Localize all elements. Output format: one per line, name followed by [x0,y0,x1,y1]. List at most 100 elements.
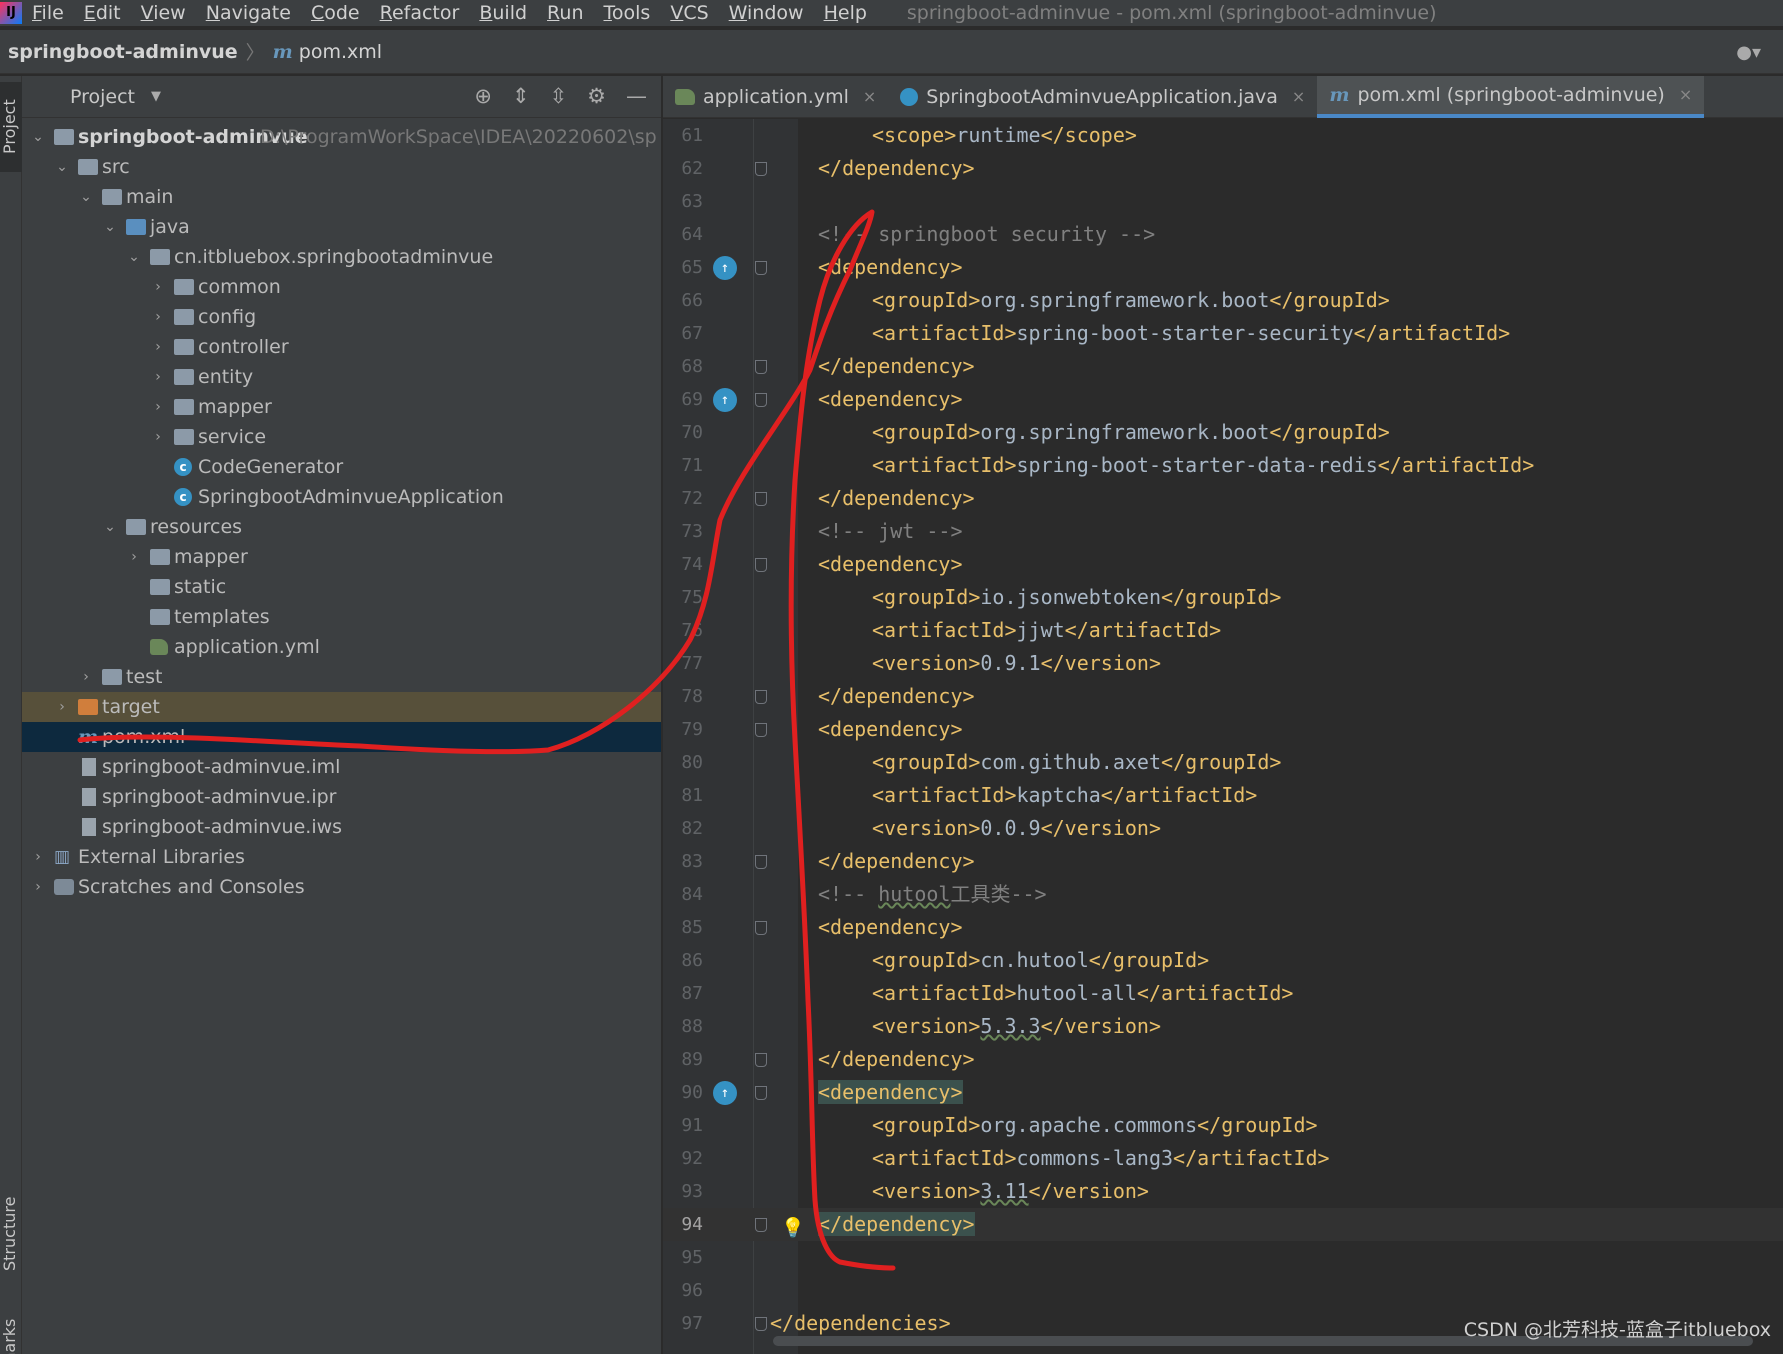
breadcrumb-project[interactable]: springboot-adminvue [8,41,238,63]
breadcrumb-file[interactable]: pom.xml [299,41,382,63]
tree-item-mapper-folder[interactable]: › mapper [22,542,661,572]
line-number: 66 [681,290,703,311]
chevron-right-icon[interactable]: › [126,542,142,572]
chevron-right-icon[interactable]: › [150,332,166,362]
xml-tag: <version> [872,1014,981,1038]
tree-item-static[interactable]: static [22,572,661,602]
menu-help[interactable]: Help [814,2,877,24]
close-icon[interactable]: × [1679,74,1692,116]
chevron-right-icon[interactable]: › [54,692,70,722]
fold-icon[interactable] [755,1317,767,1331]
close-icon[interactable]: × [863,76,876,118]
tree-item-test[interactable]: › test [22,662,661,692]
tree-item-templates[interactable]: templates [22,602,661,632]
fold-icon[interactable] [755,1218,767,1232]
tree-item-target[interactable]: › target [22,692,661,722]
menu-refactor[interactable]: Refactor [370,2,470,24]
tree-item-resources[interactable]: ⌄ resources [22,512,661,542]
fold-icon[interactable] [755,921,767,935]
menu-file[interactable]: File [22,2,74,24]
fold-icon[interactable] [755,855,767,869]
tree-item-iml[interactable]: springboot-adminvue.iml [22,752,661,782]
chevron-right-icon[interactable]: › [150,362,166,392]
menu-view[interactable]: View [131,2,196,24]
fold-icon[interactable] [755,393,767,407]
tree-item-service[interactable]: › service [22,422,661,452]
close-icon[interactable]: × [1292,76,1305,118]
xml-tag: </artifactId> [1377,453,1535,477]
fold-icon[interactable] [755,723,767,737]
tree-item-entity[interactable]: › entity [22,362,661,392]
chevron-down-icon[interactable]: ⌄ [102,212,118,242]
tree-item-common[interactable]: › common [22,272,661,302]
code-line: 68 </dependency> [663,350,1783,383]
chevron-right-icon[interactable]: › [78,662,94,692]
fold-icon[interactable] [755,492,767,506]
tree-item-scratches[interactable]: › Scratches and Consoles [22,872,661,902]
tree-item-config[interactable]: › config [22,302,661,332]
chevron-right-icon[interactable]: › [30,842,46,872]
gear-icon[interactable]: ⚙ [587,84,606,108]
fold-icon[interactable] [755,162,767,176]
menu-vcs[interactable]: VCS [660,2,718,24]
menu-code[interactable]: Code [301,2,370,24]
fold-icon[interactable] [755,690,767,704]
tree-item-mapper-package[interactable]: › mapper [22,392,661,422]
tab-application-java[interactable]: SpringbootAdminvueApplication.java × [888,76,1317,118]
chevron-down-icon[interactable]: ⌄ [30,122,46,152]
tree-item-label: pom.xml [102,726,186,748]
tree-item-java[interactable]: ⌄ java [22,212,661,242]
tree-item-external-libraries[interactable]: › ▥ External Libraries [22,842,661,872]
user-account-icon[interactable]: ●▾ [1736,42,1761,63]
package-icon [174,369,194,385]
menu-window[interactable]: Window [719,2,814,24]
tree-item-package-root[interactable]: ⌄ cn.itbluebox.springbootadminvue [22,242,661,272]
menu-build[interactable]: Build [469,2,537,24]
xml-tag: <dependency> [818,552,963,576]
tree-item-project-root[interactable]: ⌄ springboot-adminvue D:\ProgramWorkSpac… [22,122,661,152]
menu-run[interactable]: Run [537,2,593,24]
tree-item-main[interactable]: ⌄ main [22,182,661,212]
chevron-down-icon[interactable]: ⌄ [54,152,70,182]
chevron-down-icon[interactable]: ⌄ [78,182,94,212]
tool-tab-structure[interactable]: Structure [0,1186,22,1281]
fold-icon[interactable] [755,261,767,275]
tool-tab-bookmarks[interactable]: Bookmarks [0,1311,22,1354]
tree-item-application-class[interactable]: c SpringbootAdminvueApplication [22,482,661,512]
tab-pom-xml[interactable]: m pom.xml (springboot-adminvue) × [1317,74,1705,118]
chevron-right-icon[interactable]: › [150,302,166,332]
fold-icon[interactable] [755,1053,767,1067]
project-view-selector[interactable]: Project [70,86,135,108]
locate-file-icon[interactable]: ⊕ [474,84,492,108]
chevron-right-icon[interactable]: › [150,392,166,422]
expand-all-icon[interactable]: ⇕ [512,84,530,108]
menu-edit[interactable]: Edit [74,2,131,24]
chevron-right-icon[interactable]: › [150,422,166,452]
chevron-right-icon[interactable]: › [150,272,166,302]
xml-text: io.jsonwebtoken [980,585,1161,609]
tree-item-iws[interactable]: springboot-adminvue.iws [22,812,661,842]
tree-item-pom-xml[interactable]: m pom.xml [22,722,661,752]
tree-item-codegenerator[interactable]: c CodeGenerator [22,452,661,482]
menu-tools[interactable]: Tools [594,2,661,24]
tree-item-application-yml[interactable]: application.yml [22,632,661,662]
dependency-update-icon[interactable]: ↑ [713,1081,737,1105]
chevron-down-icon[interactable]: ⌄ [126,242,142,272]
collapse-all-icon[interactable]: ⇳ [550,84,568,108]
dependency-update-icon[interactable]: ↑ [713,256,737,280]
hide-panel-icon[interactable]: — [626,84,647,108]
code-editor[interactable]: 61 <scope>runtime</scope> 62 </dependency>… [663,119,1783,1354]
tree-item-ipr[interactable]: springboot-adminvue.ipr [22,782,661,812]
menu-navigate[interactable]: Navigate [196,2,301,24]
tree-item-src[interactable]: ⌄ src [22,152,661,182]
tool-tab-project[interactable]: Project [0,82,22,172]
tab-application-yml[interactable]: application.yml × [663,76,888,118]
fold-icon[interactable] [755,558,767,572]
chevron-down-icon[interactable]: ⌄ [102,512,118,542]
fold-icon[interactable] [755,360,767,374]
chevron-down-icon[interactable]: ▼ [151,89,161,104]
dependency-update-icon[interactable]: ↑ [713,388,737,412]
tree-item-controller[interactable]: › controller [22,332,661,362]
fold-icon[interactable] [755,1086,767,1100]
chevron-right-icon[interactable]: › [30,872,46,902]
